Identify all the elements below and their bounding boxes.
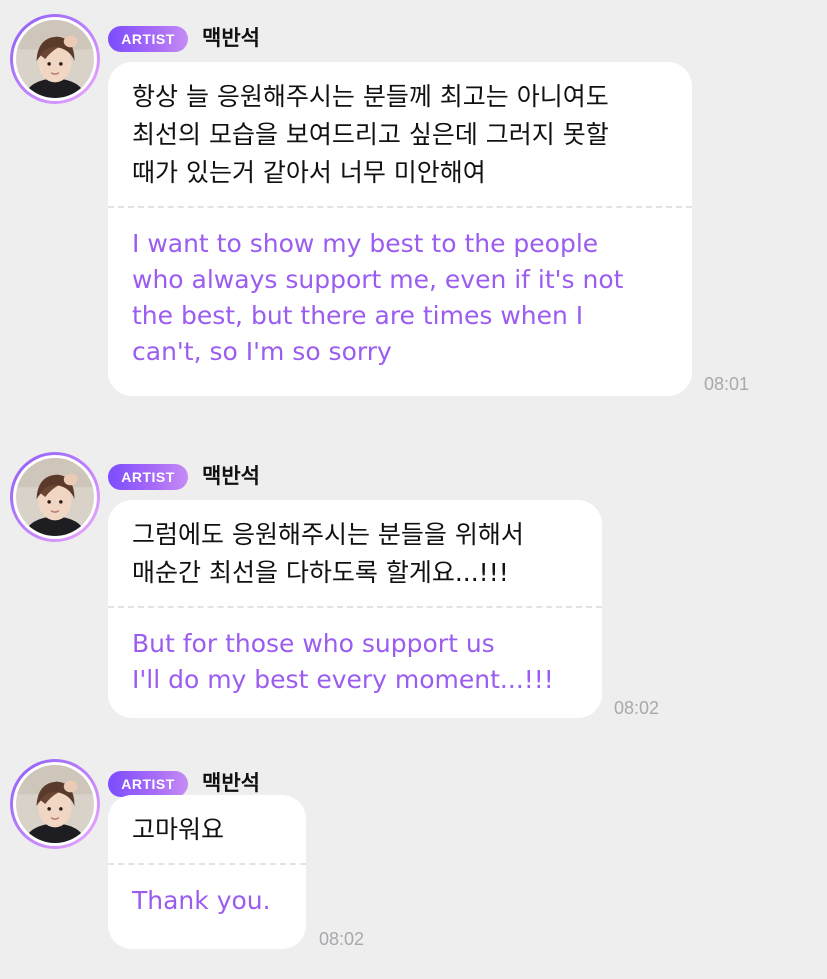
message-translation: Thank you. xyxy=(132,886,271,915)
message-1: ARTIST 맥반석 항상 늘 응원해주시는 분들께 최고는 아니여도 최선의 … xyxy=(0,14,827,404)
sender-name: 맥반석 xyxy=(202,26,260,50)
sender-name: 맥반석 xyxy=(202,464,260,488)
message-text-korean: 항상 늘 응원해주시는 분들께 최고는 아니여도 최선의 모습을 보여드리고 싶… xyxy=(132,82,609,187)
avatar-photo-icon xyxy=(16,765,94,843)
message-timestamp: 08:01 xyxy=(704,374,750,394)
avatar-photo-icon xyxy=(16,458,94,536)
artist-avatar[interactable] xyxy=(10,14,100,104)
message-text-korean: 그럼에도 응원해주시는 분들을 위해서 매순간 최선을 다하도록 할게요...!… xyxy=(132,520,524,587)
artist-badge: ARTIST xyxy=(108,464,188,490)
message-timestamp: 08:02 xyxy=(614,698,660,718)
artist-avatar[interactable] xyxy=(10,452,100,542)
message-bubble[interactable]: 고마워요 Thank you. xyxy=(108,795,306,949)
message-text-korean: 고마워요 xyxy=(132,815,225,844)
message-bubble[interactable]: 항상 늘 응원해주시는 분들께 최고는 아니여도 최선의 모습을 보여드리고 싶… xyxy=(108,62,692,396)
message-3: ARTIST 맥반석 고마워요 Thank you. 08:02 xyxy=(0,759,827,959)
message-translation: But for those who support us I'll do my … xyxy=(132,629,554,694)
message-timestamp: 08:02 xyxy=(319,929,365,949)
message-bubble[interactable]: 그럼에도 응원해주시는 분들을 위해서 매순간 최선을 다하도록 할게요...!… xyxy=(108,500,602,718)
avatar-frame xyxy=(13,455,97,539)
sender-name: 맥반석 xyxy=(202,771,260,795)
artist-badge: ARTIST xyxy=(108,26,188,52)
artist-badge: ARTIST xyxy=(108,771,188,797)
avatar-frame xyxy=(13,17,97,101)
avatar-frame xyxy=(13,762,97,846)
avatar-photo-icon xyxy=(16,20,94,98)
message-2: ARTIST 맥반석 그럼에도 응원해주시는 분들을 위해서 매순간 최선을 다… xyxy=(0,452,827,722)
message-translation: I want to show my best to the people who… xyxy=(132,229,624,366)
artist-avatar[interactable] xyxy=(10,759,100,849)
